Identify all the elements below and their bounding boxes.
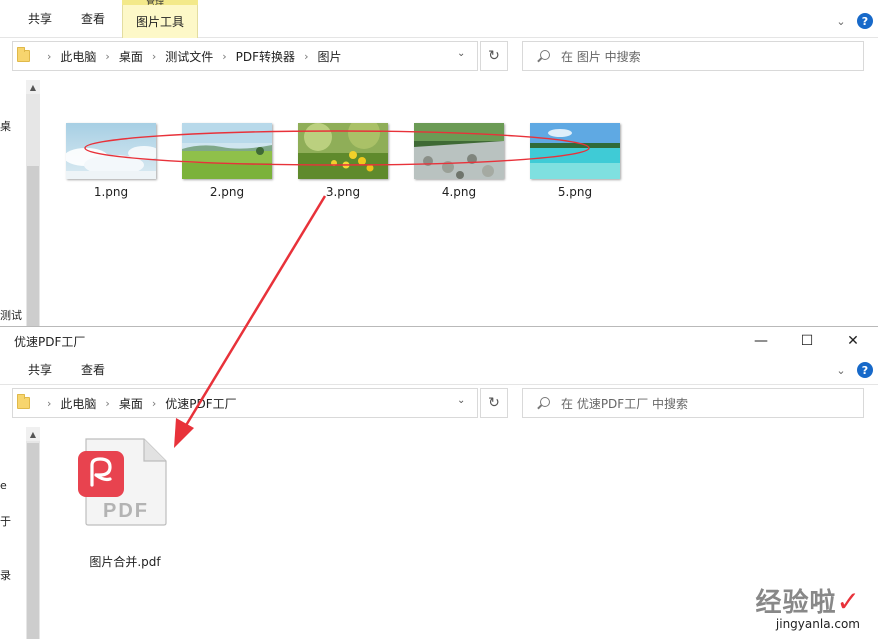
search-icon [537,397,550,409]
minimize-button[interactable]: — [738,327,784,355]
ribbon-expand-icon[interactable]: ⌄ [834,363,848,377]
tropical-sea-thumbnail [530,123,620,179]
help-icon[interactable]: ? [857,13,873,29]
nav-item-cut[interactable]: 录 [0,567,11,583]
sky-clouds-thumbnail [66,123,156,179]
file-item[interactable]: 3.png [293,123,393,203]
navigation-pane[interactable]: 桌 测试 ▲ [0,78,44,326]
refresh-button[interactable]: ↻ [480,388,508,418]
search-input[interactable]: 在 图片 中搜索 [522,41,864,71]
search-icon [537,50,550,62]
window-title: 优速PDF工厂 [14,335,86,349]
file-name: 5.png [557,185,593,199]
nav-item-cut[interactable]: 于 [0,513,11,529]
explorer-window-pictures: 共享 查看 管理 图片工具 ⌄ ? › 此电脑 › 桌面 › 测试文件 › PD… [0,0,878,326]
file-item[interactable]: 4.png [409,123,509,203]
scroll-thumb[interactable] [27,166,39,326]
green-meadow-thumbnail [182,123,272,179]
breadcrumb-separator-icon[interactable]: › [304,50,308,63]
ribbon-tabs: 共享 查看 ⌄ ? [0,355,878,385]
breadcrumb-this-pc[interactable]: 此电脑 [60,395,96,412]
breadcrumb-separator-icon[interactable]: › [47,50,51,63]
tab-view[interactable]: 查看 [70,355,116,384]
scroll-thumb[interactable] [27,443,39,639]
file-name: 2.png [209,185,245,199]
help-icon[interactable]: ? [857,362,873,378]
folder-icon [17,47,30,62]
yellow-flowers-thumbnail [298,123,388,179]
breadcrumb-youspeed-pdf[interactable]: 优速PDF工厂 [165,395,236,412]
tab-view[interactable]: 查看 [70,0,116,37]
address-bar[interactable]: › 此电脑 › 桌面 › 优速PDF工厂 ⌄ [12,388,478,418]
breadcrumb-desktop[interactable]: 桌面 [119,395,143,412]
search-input[interactable]: 在 优速PDF工厂 中搜索 [522,388,864,418]
file-name: 3.png [325,185,361,199]
ribbon-expand-icon[interactable]: ⌄ [834,14,848,28]
breadcrumb-separator-icon[interactable]: › [105,50,109,63]
breadcrumb-desktop[interactable]: 桌面 [119,48,143,65]
pdf-file-icon[interactable]: PDF [78,437,168,527]
breadcrumb-separator-icon[interactable]: › [222,50,226,63]
scroll-up-icon[interactable]: ▲ [26,427,40,441]
breadcrumb-pdf-converter[interactable]: PDF转换器 [236,48,295,65]
file-name: 1.png [93,185,129,199]
nav-scrollbar[interactable]: ▲ [26,427,40,639]
navigation-pane[interactable]: e 于 录 ▲ [0,425,44,639]
address-dropdown-icon[interactable]: ⌄ [457,48,465,59]
breadcrumb-this-pc[interactable]: 此电脑 [60,48,96,65]
checkmark-icon: ✓ [836,585,860,618]
watermark: 经验啦✓ jingyanla.com [756,582,860,631]
file-name[interactable]: 图片合并.pdf [60,553,190,570]
file-item[interactable]: 1.png [61,123,161,203]
tab-share[interactable]: 共享 [18,355,62,384]
breadcrumb-separator-icon[interactable]: › [152,50,156,63]
title-bar[interactable]: 优速PDF工厂 — ☐ ✕ [0,327,878,355]
nav-item-cut[interactable]: 桌 [0,118,11,134]
breadcrumb-test-files[interactable]: 测试文件 [165,48,213,65]
refresh-button[interactable]: ↻ [480,41,508,71]
nav-scrollbar[interactable]: ▲ [26,80,40,326]
breadcrumb-pictures[interactable]: 图片 [317,48,341,65]
tab-picture-tools[interactable]: 图片工具 [122,5,198,38]
address-dropdown-icon[interactable]: ⌄ [457,395,465,406]
scroll-up-icon[interactable]: ▲ [26,80,40,94]
explorer-window-youspeed-pdf: 优速PDF工厂 — ☐ ✕ 共享 查看 ⌄ ? › 此电脑 › 桌面 › 优速P… [0,326,878,639]
breadcrumb-separator-icon[interactable]: › [47,397,51,410]
close-button[interactable]: ✕ [830,327,876,355]
file-item[interactable]: 5.png [525,123,625,203]
ribbon-tabs: 共享 查看 管理 图片工具 ⌄ ? [0,0,878,38]
nav-item-cut[interactable]: 测试 [0,307,22,323]
file-name: 4.png [441,185,477,199]
folder-icon [17,394,30,409]
search-placeholder: 在 图片 中搜索 [561,49,641,64]
rocky-stream-thumbnail [414,123,504,179]
nav-item-cut[interactable]: e [0,479,7,492]
watermark-url: jingyanla.com [775,617,860,631]
tab-share[interactable]: 共享 [18,0,62,37]
address-bar[interactable]: › 此电脑 › 桌面 › 测试文件 › PDF转换器 › 图片 ⌄ [12,41,478,71]
breadcrumb-separator-icon[interactable]: › [105,397,109,410]
file-item[interactable]: 2.png [177,123,277,203]
watermark-text: 经验啦 [755,588,837,618]
search-placeholder: 在 优速PDF工厂 中搜索 [561,396,689,411]
pdf-badge: PDF [103,500,149,522]
breadcrumb-separator-icon[interactable]: › [152,397,156,410]
maximize-button[interactable]: ☐ [784,327,830,355]
